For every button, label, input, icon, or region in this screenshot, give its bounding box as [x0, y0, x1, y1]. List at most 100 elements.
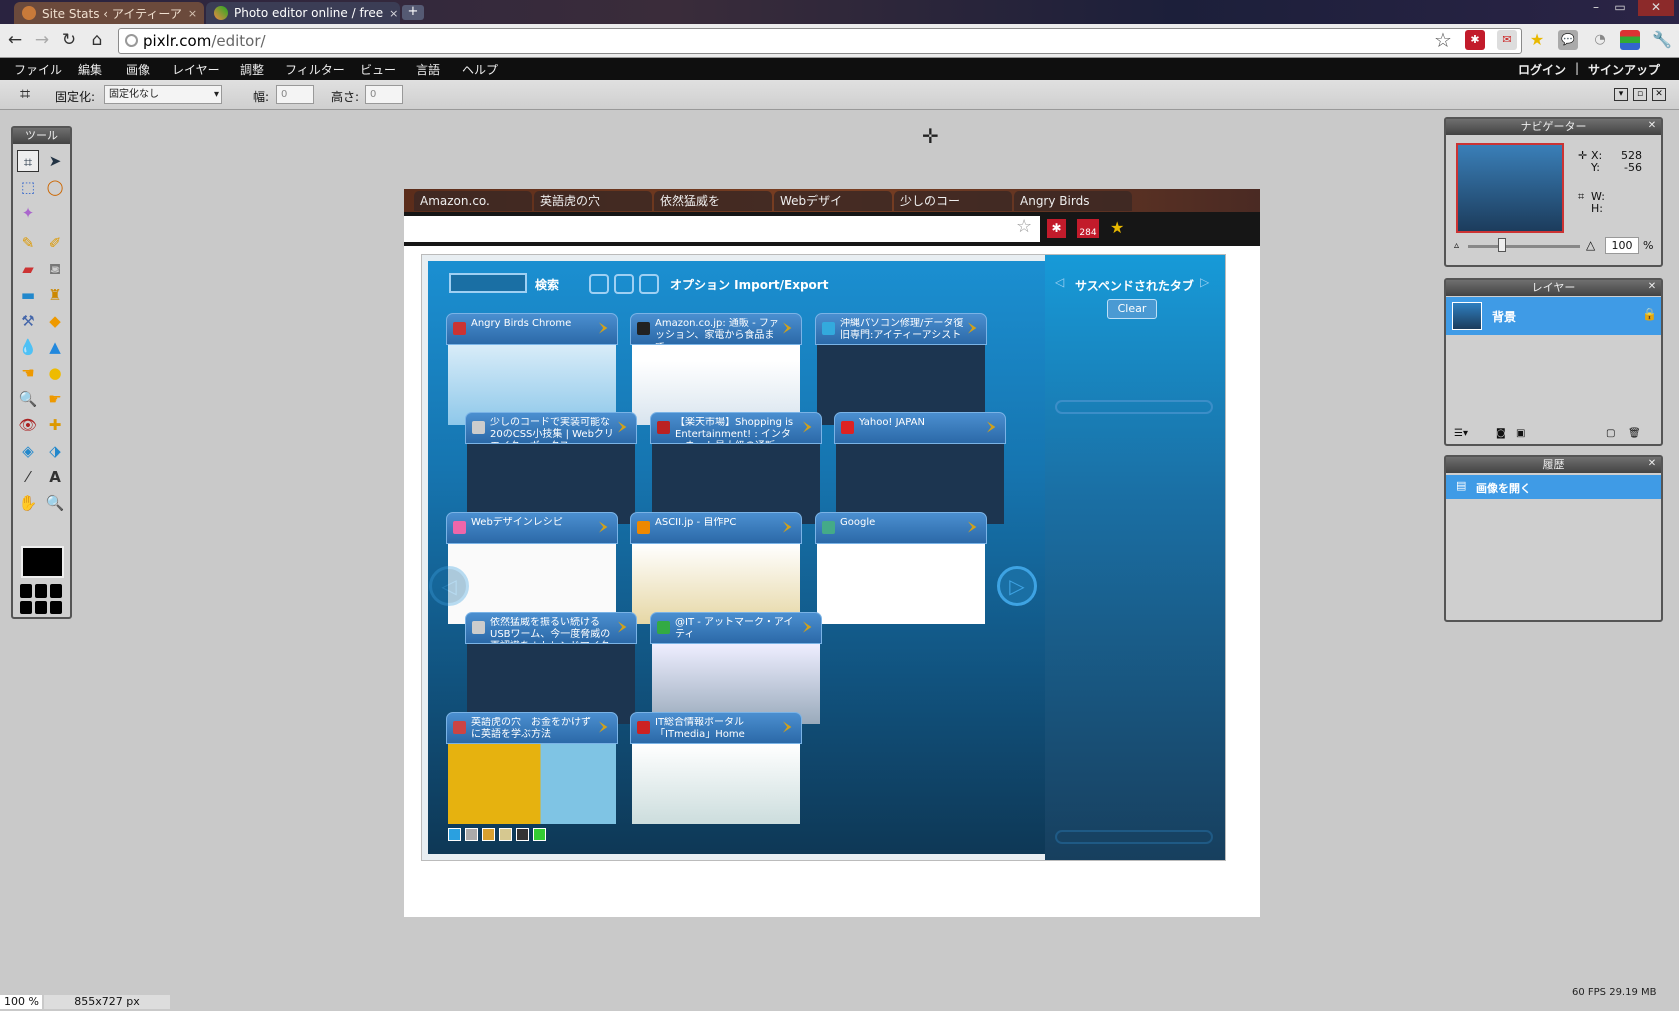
zoom-slider[interactable]	[1468, 245, 1580, 248]
close-icon[interactable]: ✕	[1646, 458, 1658, 470]
card-arrow-icon	[618, 421, 627, 433]
width-input[interactable]: 0	[276, 85, 314, 104]
minimize-button[interactable]: –	[1585, 0, 1607, 16]
favicon	[841, 421, 854, 434]
dodge-tool-icon[interactable]: 🔍	[17, 388, 39, 410]
zoom-out-icon[interactable]: ▵	[1454, 240, 1459, 251]
lasso-tool-icon[interactable]: ◯	[44, 176, 66, 198]
bloat-tool-icon[interactable]: ◈	[17, 440, 39, 462]
menu-help[interactable]: ヘルプ	[462, 61, 498, 78]
eraser-tool-icon[interactable]: ▰	[17, 258, 39, 280]
close-tab-icon[interactable]: ×	[188, 7, 197, 20]
screenshot-tab: Webデザイ	[774, 191, 892, 211]
tabcandy-icon-3	[639, 274, 659, 294]
card-title: Yahoo! JAPAN	[859, 417, 925, 428]
marquee-tool-icon[interactable]: ⬚	[17, 176, 39, 198]
gmail-icon[interactable]: ✉	[1497, 30, 1517, 50]
hand-tool-icon[interactable]: ✋	[17, 492, 39, 514]
close-icon[interactable]: ✕	[1646, 281, 1658, 293]
zoom-input[interactable]: 100	[1605, 237, 1639, 254]
shape-tool-icon[interactable]: ◆	[44, 310, 66, 332]
layer-mask-icon[interactable]: ◙	[1496, 428, 1506, 439]
forward-icon[interactable]: →	[31, 30, 53, 52]
rss-icon[interactable]: ◔	[1590, 30, 1610, 50]
type-tool-icon[interactable]: A	[44, 466, 66, 488]
card-title: 英語虎の穴 お金をかけずに英語を学ぶ方法	[471, 717, 591, 740]
menu-image[interactable]: 画像	[126, 61, 150, 78]
chat-icon[interactable]: 💬	[1558, 30, 1578, 50]
window-mode-icon[interactable]: ▫	[1633, 88, 1647, 101]
favicon	[472, 621, 485, 634]
gradient-tool-icon[interactable]: ▬	[17, 284, 39, 306]
menu-layer[interactable]: レイヤー	[172, 61, 220, 78]
wrench-icon[interactable]: 🔧	[1652, 30, 1672, 50]
history-title: 履歴	[1542, 458, 1565, 471]
close-tab-icon[interactable]: ×	[389, 7, 398, 20]
close-icon[interactable]: ✕	[1652, 88, 1666, 101]
browser-tab-pixlr[interactable]: Photo editor online / free ×	[206, 2, 400, 24]
tool-grid-icons[interactable]	[20, 584, 66, 614]
color-picker-icon[interactable]: ⁄	[17, 466, 39, 488]
crop-tool-icon[interactable]: ⌗	[17, 150, 39, 172]
menu-filter[interactable]: フィルター	[285, 61, 345, 78]
favorites-star-icon[interactable]: ★	[1527, 30, 1547, 50]
prev-arrow-icon: ◁	[1055, 275, 1065, 289]
signup-link[interactable]: サインアップ	[1588, 61, 1660, 78]
bookmark-star-icon[interactable]: ☆	[1434, 28, 1452, 52]
zoom-slider-handle[interactable]	[1498, 238, 1506, 252]
address-bar[interactable]: pixlr.com/editor/	[118, 28, 1522, 54]
collapse-icon[interactable]: ▾	[1614, 88, 1628, 101]
layer-style-icon[interactable]: ▣	[1516, 428, 1525, 439]
back-icon[interactable]: ←	[4, 30, 26, 52]
spot-heal-icon[interactable]: ✚	[44, 414, 66, 436]
card-title: Google	[840, 517, 876, 528]
browser-tab-site-stats[interactable]: Site Stats ‹ アイティーア ×	[14, 2, 204, 24]
menu-view[interactable]: ビュー	[360, 61, 396, 78]
close-window-button[interactable]: ✕	[1638, 0, 1674, 16]
reload-icon[interactable]: ↻	[58, 30, 80, 52]
restore-button[interactable]: ▭	[1609, 0, 1631, 16]
move-tool-icon[interactable]: ➤	[44, 150, 66, 172]
redeye-tool-icon[interactable]: 👁	[17, 414, 39, 436]
magic-wand-icon[interactable]: ✦	[17, 202, 39, 224]
menu-file[interactable]: ファイル	[14, 61, 62, 78]
new-tab-button[interactable]: +	[402, 5, 424, 20]
tabcandy-icon-2	[614, 274, 634, 294]
fix-mode-select[interactable]: 固定化なし ▾	[104, 85, 222, 104]
card-arrow-icon	[618, 621, 627, 633]
login-link[interactable]: ログイン	[1518, 61, 1566, 78]
smudge-tool-icon[interactable]: ☚	[17, 362, 39, 384]
pencil-tool-icon[interactable]: ✎	[17, 232, 39, 254]
menu-edit[interactable]: 編集	[78, 61, 102, 78]
screenshot-tab: Amazon.co.	[414, 191, 532, 211]
menu-adjust[interactable]: 調整	[240, 61, 264, 78]
bucket-tool-icon[interactable]: ⛾	[44, 258, 66, 280]
navigator-thumbnail[interactable]	[1456, 143, 1564, 233]
trash-icon[interactable]: 🗑	[1628, 428, 1641, 439]
sponge-tool-icon[interactable]: ●	[44, 362, 66, 384]
tabcandy-extension-icon[interactable]	[1620, 30, 1640, 50]
extension-asterisk-icon[interactable]: ✱	[1465, 30, 1485, 50]
layer-row[interactable]: 背景 🔒	[1446, 297, 1661, 335]
stamp-tool-icon[interactable]: ♜	[44, 284, 66, 306]
blur-tool-icon[interactable]: 💧	[17, 336, 39, 358]
card-arrow-icon	[968, 521, 977, 533]
sharpen-tool-icon[interactable]: ▲	[44, 336, 66, 358]
zoom-in-icon[interactable]: △	[1586, 238, 1595, 252]
tools-panel: ツール ⌗ ➤ ⬚ ◯ ✦ ✎ ✐ ▰ ⛾ ▬ ♜ ⚒ ◆ 💧 ▲ ☚ ● 🔍 …	[11, 126, 72, 619]
close-icon[interactable]: ✕	[1646, 120, 1658, 132]
favicon	[453, 322, 466, 335]
color-swatch[interactable]	[21, 546, 64, 578]
zoom-tool-icon[interactable]: 🔍	[44, 492, 66, 514]
height-input[interactable]: 0	[365, 85, 403, 104]
brush-tool-icon[interactable]: ✐	[44, 232, 66, 254]
burn-tool-icon[interactable]: ☛	[44, 388, 66, 410]
layer-menu-icon[interactable]: ☰▾	[1454, 428, 1468, 439]
new-layer-icon[interactable]: ▢	[1606, 428, 1615, 439]
color-replace-icon[interactable]: ⚒	[17, 310, 39, 332]
home-icon[interactable]: ⌂	[86, 30, 108, 52]
menu-language[interactable]: 言語	[416, 61, 440, 78]
pinch-tool-icon[interactable]: ⬗	[44, 440, 66, 462]
width-label: 幅:	[253, 90, 270, 104]
history-item[interactable]: ▤ 画像を開く	[1446, 475, 1661, 499]
